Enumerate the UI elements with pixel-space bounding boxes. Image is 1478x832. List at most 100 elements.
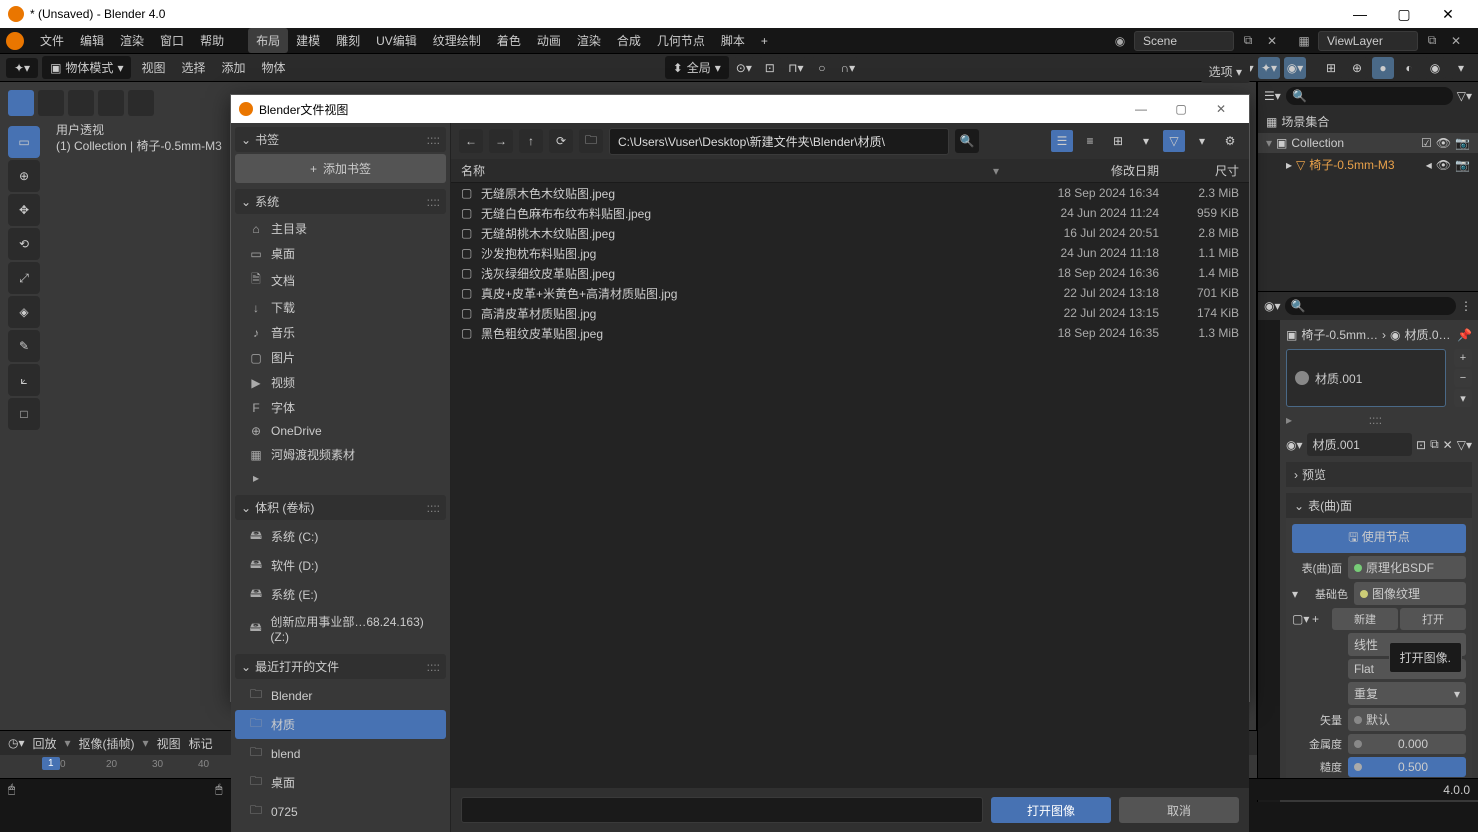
scene-field[interactable]: Scene	[1134, 31, 1234, 51]
system-item[interactable]: ↓下载	[235, 295, 446, 320]
select-mode-extend-icon[interactable]	[38, 90, 64, 116]
system-item[interactable]: ⌂主目录	[235, 216, 446, 241]
workspace-sculpting[interactable]: 雕刻	[328, 28, 368, 53]
menu-file[interactable]: 文件	[32, 28, 72, 53]
timeline-view-menu[interactable]: 视图	[157, 735, 181, 752]
extension-dropdown[interactable]: 重复▾	[1348, 682, 1466, 705]
scene-icon[interactable]: ◉	[1110, 31, 1130, 51]
scene-delete-icon[interactable]: ✕	[1262, 31, 1282, 51]
system-expand[interactable]: ▸	[235, 467, 446, 489]
recent-item[interactable]: 🗀blend	[235, 739, 446, 768]
volumes-header[interactable]: ⌄体积 (卷标)::::	[235, 495, 446, 520]
view-list-horizontal-icon[interactable]: ≡	[1079, 130, 1101, 152]
slot-expand-icon[interactable]: ▸ ::::	[1286, 413, 1472, 427]
file-row[interactable]: ▢无缝白色麻布布纹布料贴图.jpeg24 Jun 2024 11:24959 K…	[451, 203, 1249, 223]
surface-shader-dropdown[interactable]: 原理化BSDF	[1348, 556, 1466, 579]
move-tool[interactable]: ✥	[8, 194, 40, 226]
volume-item[interactable]: 🖴创新应用事业部…68.24.163) (Z:)	[235, 609, 446, 648]
file-row[interactable]: ▢黑色粗纹皮革贴图.jpeg18 Sep 2024 16:351.3 MiB	[451, 323, 1249, 343]
props-tabs[interactable]	[1258, 320, 1280, 802]
scene-browse-icon[interactable]: ⧉	[1238, 31, 1258, 51]
basecolor-dropdown[interactable]: 图像纹理	[1354, 582, 1466, 605]
slot-add-button[interactable]: +	[1454, 349, 1472, 367]
proportional-icon[interactable]: ○	[811, 57, 833, 79]
preview-panel[interactable]: ›预览	[1286, 462, 1472, 487]
add-cube-tool[interactable]: □	[8, 398, 40, 430]
measure-tool[interactable]: ⟀	[8, 364, 40, 396]
props-type-icon[interactable]: ◉▾	[1264, 299, 1281, 313]
layer-icon[interactable]: ▦	[1294, 31, 1314, 51]
proportional-dropdown-icon[interactable]: ∩▾	[837, 57, 859, 79]
nav-up-icon[interactable]: ↑	[519, 129, 543, 153]
system-item[interactable]: 🗎文档	[235, 266, 446, 295]
menu-view[interactable]: 视图	[135, 56, 171, 79]
system-header[interactable]: ⌄系统::::	[235, 189, 446, 214]
menu-edit[interactable]: 编辑	[72, 28, 112, 53]
menu-object[interactable]: 物体	[256, 56, 292, 79]
material-nodes-icon[interactable]: ▽▾	[1457, 438, 1472, 452]
open-button[interactable]: 打开图像	[991, 797, 1111, 823]
material-slot[interactable]: 材质.001	[1286, 349, 1446, 407]
workspace-rendering[interactable]: 渲染	[569, 28, 609, 53]
close-button[interactable]: ✕	[1426, 0, 1470, 28]
select-mode-box-icon[interactable]	[8, 90, 34, 116]
transform-tool[interactable]: ◈	[8, 296, 40, 328]
nav-newfolder-icon[interactable]: 🗀	[579, 129, 603, 153]
outliner-search[interactable]: 🔍	[1286, 87, 1453, 105]
workspace-texpaint[interactable]: 纹理绘制	[425, 28, 489, 53]
system-item[interactable]: ♪音乐	[235, 320, 446, 345]
nav-refresh-icon[interactable]: ⟳	[549, 129, 573, 153]
surface-panel-header[interactable]: ⌄表(曲)面	[1286, 493, 1472, 518]
bookmarks-header[interactable]: ⌄书签::::	[235, 127, 446, 152]
select-mode-intersect-icon[interactable]	[128, 90, 154, 116]
pin-icon[interactable]: 📌	[1457, 328, 1472, 342]
filename-field[interactable]	[461, 797, 983, 823]
vector-dropdown[interactable]: 默认	[1348, 708, 1466, 731]
layer-browse-icon[interactable]: ⧉	[1422, 31, 1442, 51]
menu-select[interactable]: 选择	[175, 56, 211, 79]
view-list-vertical-icon[interactable]: ☰	[1051, 130, 1073, 152]
cancel-button[interactable]: 取消	[1119, 797, 1239, 823]
basecolor-expand-icon[interactable]: ▾	[1292, 587, 1302, 601]
use-nodes-button[interactable]: 🖫 使用节点	[1292, 524, 1466, 553]
nav-forward-icon[interactable]: →	[489, 129, 513, 153]
outliner-filter-icon[interactable]: ▽▾	[1457, 89, 1472, 103]
dialog-maximize-button[interactable]: ▢	[1161, 95, 1201, 123]
xray-icon[interactable]: ⊞	[1320, 57, 1342, 79]
menu-help[interactable]: 帮助	[192, 28, 232, 53]
layer-delete-icon[interactable]: ✕	[1446, 31, 1466, 51]
cursor-tool[interactable]: ⊕	[8, 160, 40, 192]
volume-item[interactable]: 🖴系统 (C:)	[235, 522, 446, 551]
system-item[interactable]: ▶视频	[235, 370, 446, 395]
mode-dropdown[interactable]: ▣物体模式▾	[42, 56, 131, 79]
material-fake-user-icon[interactable]: ⊡	[1416, 438, 1426, 452]
minimize-button[interactable]: —	[1338, 0, 1382, 28]
gizmo-icon[interactable]: ✦▾	[1258, 57, 1280, 79]
file-row[interactable]: ▢真皮+皮革+米黄色+高清材质贴图.jpg22 Jul 2024 13:1870…	[451, 283, 1249, 303]
outliner-type-icon[interactable]: ☰▾	[1264, 89, 1282, 103]
rotate-tool[interactable]: ⟲	[8, 228, 40, 260]
file-row[interactable]: ▢高清皮革材质贴图.jpg22 Jul 2024 13:15174 KiB	[451, 303, 1249, 323]
editor-type-dropdown[interactable]: ✦▾	[6, 58, 38, 78]
filter-dropdown-icon[interactable]: ▾	[1191, 130, 1213, 152]
menu-add[interactable]: 添加	[216, 56, 252, 79]
material-name-field[interactable]: 材质.001	[1307, 433, 1413, 456]
open-image-button[interactable]: 打开	[1400, 608, 1466, 630]
image-new-icon[interactable]: +	[1312, 612, 1326, 626]
recent-item[interactable]: 🗀桌面	[235, 768, 446, 797]
settings-icon[interactable]: ⚙	[1219, 130, 1241, 152]
volume-item[interactable]: 🖴系统 (E:)	[235, 580, 446, 609]
file-list[interactable]: ▢无缝原木色木纹贴图.jpeg18 Sep 2024 16:342.3 MiB▢…	[451, 183, 1249, 788]
timeline-type-icon[interactable]: ◷▾	[8, 736, 25, 750]
scale-tool[interactable]: ⤢	[8, 262, 40, 294]
pivot-icon[interactable]: ⊙▾	[733, 57, 755, 79]
options-dropdown[interactable]: 选项 ▾	[1201, 60, 1250, 83]
filter-icon[interactable]: ▽	[1163, 130, 1185, 152]
props-options-icon[interactable]: ⋮	[1460, 299, 1472, 313]
timeline-marker-menu[interactable]: 标记	[189, 735, 213, 752]
nav-back-icon[interactable]: ←	[459, 129, 483, 153]
workspace-scripting[interactable]: 脚本	[713, 28, 753, 53]
overlay-icon[interactable]: ◉▾	[1284, 57, 1306, 79]
slot-menu-button[interactable]: ▾	[1454, 389, 1472, 407]
workspace-uv[interactable]: UV编辑	[368, 28, 425, 53]
